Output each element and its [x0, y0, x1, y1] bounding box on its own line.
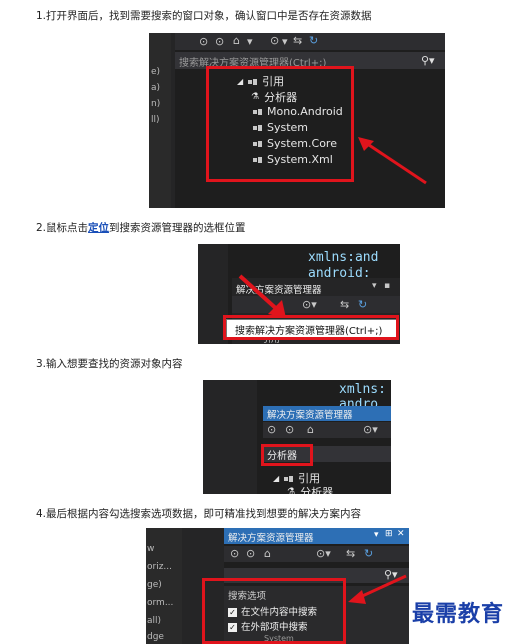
dropdown-icon[interactable]: ▾: [374, 530, 379, 540]
forward-icon[interactable]: ⊙: [246, 547, 255, 560]
references-icon: [284, 474, 294, 483]
step-2-text-post: 到搜索资源管理器的选框位置: [109, 222, 246, 234]
sync-icon[interactable]: ⇆: [346, 547, 355, 560]
home-icon[interactable]: ⌂: [264, 547, 271, 560]
pending-changes-icon[interactable]: ⊙▾: [363, 423, 378, 436]
code-line: xmlns:: [339, 382, 386, 397]
screenshot-2: xmlns:and android: 解决方案资源管理器 ▾ ▪ ⊙▾ ⇆ ↻ …: [198, 244, 400, 344]
locate-link[interactable]: 定位: [88, 222, 109, 234]
highlight-box: [206, 66, 354, 182]
refresh-icon[interactable]: ↻: [364, 547, 373, 560]
pending-changes-icon[interactable]: ⊙: [270, 34, 279, 47]
left-fragment: all): [147, 616, 162, 626]
step-2-caption: 2.鼠标点击定位到搜索资源管理器的选框位置: [36, 220, 246, 235]
home-icon[interactable]: ⌂: [233, 34, 240, 47]
forward-icon[interactable]: ⊙: [285, 423, 294, 436]
step-3-caption: 3.输入想要查找的资源对象内容: [36, 358, 183, 370]
explorer-toolbar: ⊙ ⊙ ⌂ ⊙▾: [263, 422, 391, 438]
code-line: xmlns:and: [308, 250, 379, 265]
tree-item-analyzers[interactable]: ⚗ 分析器: [287, 484, 333, 494]
left-fragment: ge): [147, 580, 162, 590]
search-icon[interactable]: ⚲▾: [421, 54, 435, 67]
pending-changes-icon[interactable]: ⊙▾: [302, 298, 317, 311]
panel-title-bar: 解决方案资源管理器 ▾ ⊞ ✕: [224, 528, 409, 544]
left-panel-strip: e) a) n) ll): [149, 33, 171, 208]
pin-icon[interactable]: ▪: [384, 281, 390, 291]
left-fragment: n): [151, 99, 161, 109]
panel-title-bar: 解决方案资源管理器: [263, 406, 391, 421]
view-dropdown-icon[interactable]: ▾: [247, 35, 253, 48]
explorer-toolbar: ⊙ ⊙ ⌂ ▾ ⊙ ▾ ⇆ ↻: [175, 33, 445, 50]
left-fragment: e): [151, 67, 161, 77]
left-fragment: w: [147, 544, 155, 554]
highlight-box: [261, 444, 313, 466]
left-fragment: a): [151, 83, 161, 93]
panel-title: 解决方案资源管理器: [267, 410, 353, 421]
left-fragment: orm...: [147, 598, 174, 608]
back-icon[interactable]: ⊙: [199, 35, 208, 48]
screenshot-1: e) a) n) ll) ⊙ ⊙ ⌂ ▾ ⊙ ▾ ⇆ ↻ 搜索解决方案资源管理器…: [149, 33, 445, 208]
close-icon[interactable]: ✕: [397, 529, 405, 539]
pending-changes-icon[interactable]: ⊙▾: [316, 547, 331, 560]
step-4-caption: 4.最后根据内容勾选搜索选项数据，即可精准找到想要的解决方案内容: [36, 508, 362, 520]
screenshot-3: xmlns: andro 解决方案资源管理器 ⊙ ⊙ ⌂ ⊙▾ 分析器 ◢ 引用 …: [203, 380, 391, 494]
highlight-box: [202, 578, 346, 644]
back-icon[interactable]: ⊙: [230, 547, 239, 560]
left-panel-strip: [203, 380, 257, 494]
refresh-icon[interactable]: ↻: [309, 34, 318, 47]
left-fragment: dge: [147, 632, 164, 642]
step-1-caption: 1.打开界面后，找到需要搜索的窗口对象，确认窗口中是否存在资源数据: [36, 10, 372, 22]
analyzer-icon: ⚗: [287, 487, 296, 494]
sync-icon[interactable]: ⇆: [293, 34, 302, 47]
sync-icon[interactable]: ⇆: [340, 298, 349, 311]
pointer-arrow-icon: [358, 137, 427, 185]
pin-icon[interactable]: ⊞: [385, 529, 393, 539]
panel-title: 解决方案资源管理器: [228, 533, 314, 544]
left-fragment: oriz...: [147, 562, 173, 572]
pointer-arrow-icon: [238, 274, 286, 318]
left-fragment: ll): [151, 115, 160, 125]
expand-arrow-icon: ◢: [273, 473, 280, 483]
screenshot-4: w oriz... ge) orm... all) dge 解决方案资源管理器 …: [146, 528, 409, 644]
explorer-toolbar: ⊙ ⊙ ⌂ ⊙▾ ⇆ ↻: [224, 546, 409, 562]
refresh-icon[interactable]: ↻: [358, 298, 367, 311]
dropdown-icon[interactable]: ▾: [282, 35, 288, 48]
watermark-logo: 最需教育: [412, 601, 505, 627]
home-icon[interactable]: ⌂: [307, 423, 314, 436]
tree-label: 分析器: [300, 486, 334, 494]
pointer-arrow-icon: [348, 574, 407, 604]
back-icon[interactable]: ⊙: [267, 423, 276, 436]
step-2-text-pre: 2.鼠标点击: [36, 222, 89, 234]
forward-icon[interactable]: ⊙: [215, 35, 224, 48]
dropdown-icon[interactable]: ▾: [372, 281, 377, 291]
left-panel-strip: w oriz... ge) orm... all) dge: [146, 528, 182, 644]
